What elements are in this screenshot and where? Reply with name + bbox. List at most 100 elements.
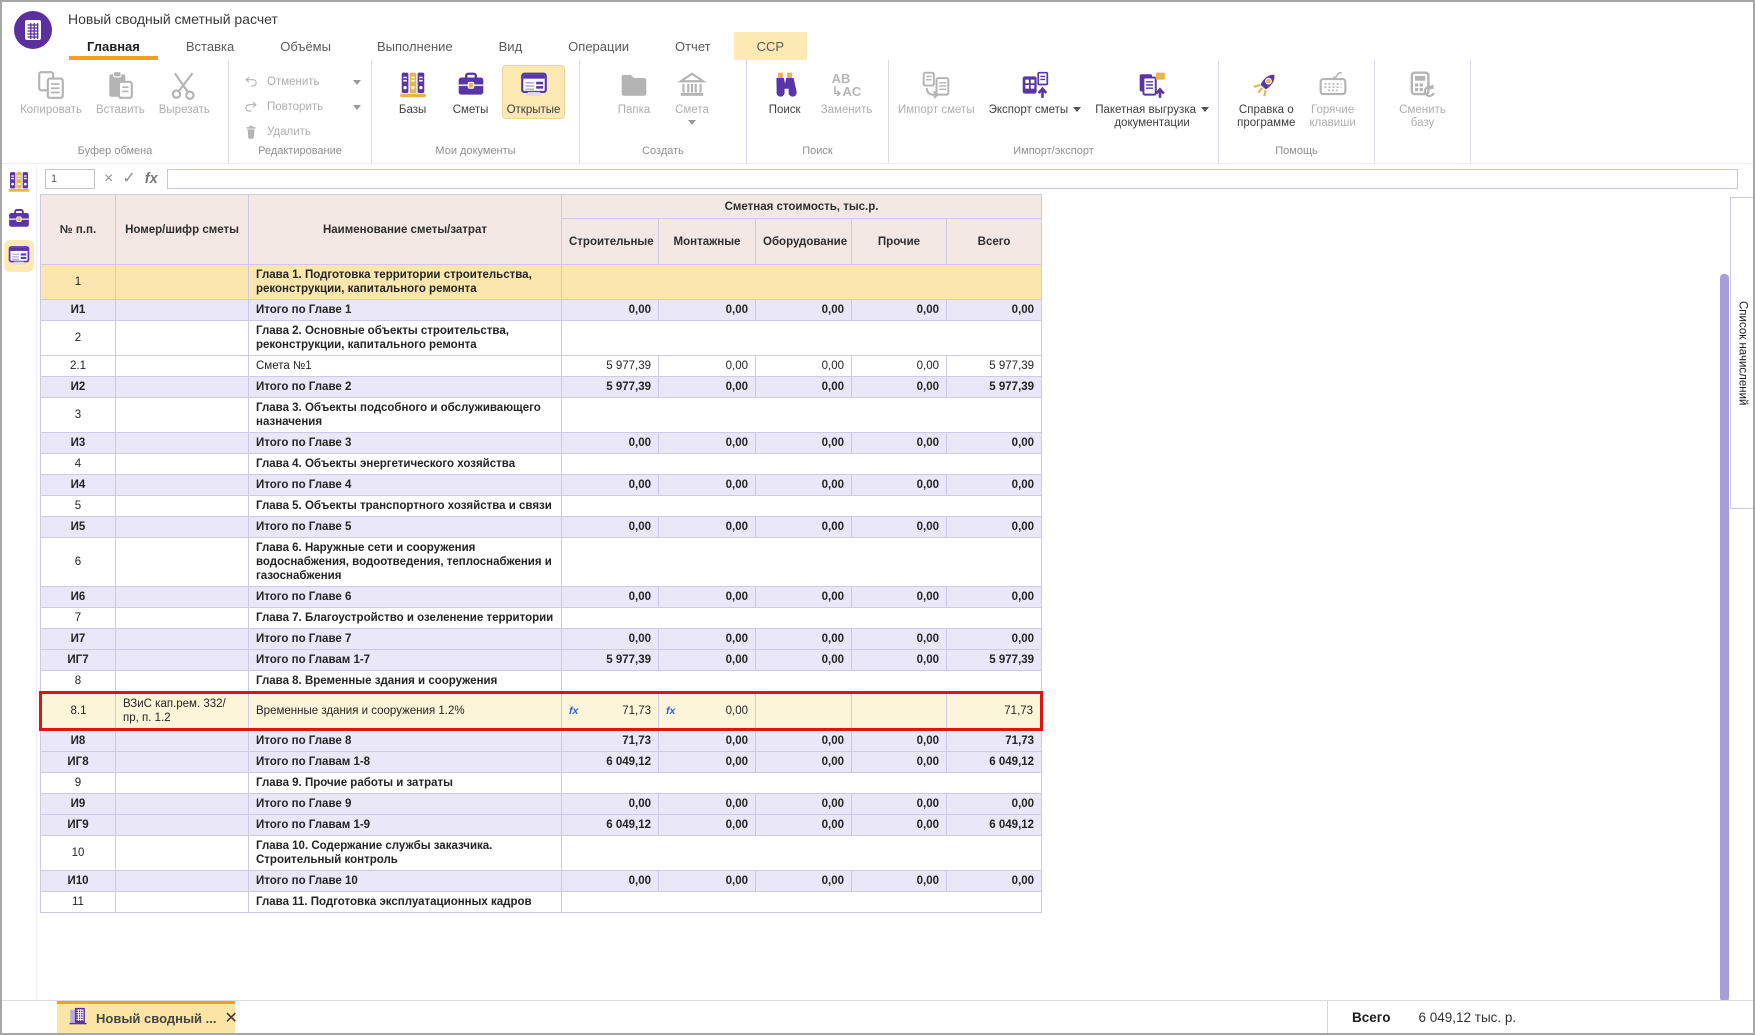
cell-value[interactable]: 0,00 xyxy=(852,794,947,815)
cell-value[interactable]: 5 977,39 xyxy=(947,650,1042,671)
cell-code[interactable] xyxy=(116,671,249,693)
cell-value[interactable]: 0,00 xyxy=(852,475,947,496)
cell-code[interactable]: ВЗиС кап.рем. 332/пр, п. 1.2 xyxy=(116,693,249,730)
cell-value[interactable]: 0,00 xyxy=(659,629,756,650)
cell-values-merged[interactable] xyxy=(562,538,1042,587)
cell-name[interactable]: Глава 11. Подготовка эксплуатационных ка… xyxy=(249,892,562,913)
table-row-И5[interactable]: И5Итого по Главе 50,000,000,000,000,00 xyxy=(41,517,1042,538)
cell-value[interactable]: 0,00 xyxy=(659,650,756,671)
cell-name[interactable]: Итого по Главе 2 xyxy=(249,377,562,398)
button-Заменить[interactable]: AB↳ACЗаменить xyxy=(816,65,878,119)
table-row-2.1[interactable]: 2.1Смета №15 977,390,000,000,005 977,39 xyxy=(41,356,1042,377)
cell-value[interactable]: 0,00 xyxy=(562,300,659,321)
cell-name[interactable]: Итого по Главе 10 xyxy=(249,871,562,892)
cell-name[interactable]: Итого по Главам 1-7 xyxy=(249,650,562,671)
table-row-И4[interactable]: И4Итого по Главе 40,000,000,000,000,00 xyxy=(41,475,1042,496)
table-row-И8[interactable]: И8Итого по Главе 871,730,000,000,0071,73 xyxy=(41,730,1042,752)
cell-value[interactable]: 0,00 xyxy=(756,517,852,538)
cell-npp[interactable]: 11 xyxy=(41,892,116,913)
side-opened-icon[interactable] xyxy=(4,240,34,272)
button-Вставить[interactable]: Вставить xyxy=(91,65,150,119)
cell-npp[interactable]: 2 xyxy=(41,321,116,356)
cell-code[interactable] xyxy=(116,730,249,752)
cell-code[interactable] xyxy=(116,752,249,773)
tab-Отчет[interactable]: Отчет xyxy=(652,32,734,60)
button-Вырезать[interactable]: Вырезать xyxy=(154,65,215,119)
cell-name[interactable]: Итого по Главе 9 xyxy=(249,794,562,815)
cell-value[interactable]: 0,00 xyxy=(947,871,1042,892)
col-header-Всего[interactable]: Всего xyxy=(947,219,1042,265)
cell-name[interactable]: Итого по Главам 1-9 xyxy=(249,815,562,836)
cell-value[interactable]: 0,00 xyxy=(659,377,756,398)
cell-code[interactable] xyxy=(116,538,249,587)
table-row-9[interactable]: 9Глава 9. Прочие работы и затраты xyxy=(41,773,1042,794)
cell-value[interactable]: 5 977,39 xyxy=(562,377,659,398)
cell-value[interactable]: 0,00 xyxy=(756,794,852,815)
cell-npp[interactable]: И5 xyxy=(41,517,116,538)
cell-name[interactable]: Глава 10. Содержание службы заказчика. С… xyxy=(249,836,562,871)
cell-value[interactable]: 0,00 xyxy=(659,587,756,608)
cell-code[interactable] xyxy=(116,892,249,913)
vertical-scrollbar-thumb[interactable] xyxy=(1720,274,1729,1002)
cell-value[interactable]: 0,00 xyxy=(659,730,756,752)
cell-value[interactable]: 5 977,39 xyxy=(562,356,659,377)
cell-values-merged[interactable] xyxy=(562,608,1042,629)
cell-value[interactable]: 0,00 xyxy=(947,629,1042,650)
button-Справка о программе[interactable]: Справка опрограмме xyxy=(1232,65,1300,132)
cell-value[interactable]: 0,00 xyxy=(659,871,756,892)
cell-value[interactable]: 0,00 xyxy=(852,433,947,454)
chevron-down-icon[interactable] xyxy=(1073,107,1081,116)
cell-name[interactable]: Глава 4. Объекты энергетического хозяйст… xyxy=(249,454,562,475)
cell-code[interactable] xyxy=(116,629,249,650)
cell-value[interactable]: 0,00 xyxy=(659,517,756,538)
cell-value[interactable]: 0,00 xyxy=(852,815,947,836)
cell-name[interactable]: Глава 9. Прочие работы и затраты xyxy=(249,773,562,794)
table-row-8[interactable]: 8Глава 8. Временные здания и сооружения xyxy=(41,671,1042,693)
table-row-И1[interactable]: И1Итого по Главе 10,000,000,000,000,00 xyxy=(41,300,1042,321)
cell-value[interactable]: 0,00 xyxy=(659,794,756,815)
cell-code[interactable] xyxy=(116,454,249,475)
table-row-1[interactable]: 1Глава 1. Подготовка территории строител… xyxy=(41,265,1042,300)
cell-code[interactable] xyxy=(116,815,249,836)
cell-value[interactable]: 0,00 xyxy=(756,475,852,496)
accruals-list-side-tab[interactable]: Список начислений xyxy=(1730,197,1755,509)
cell-name[interactable]: Глава 7. Благоустройство и озеленение те… xyxy=(249,608,562,629)
button-Открытые[interactable]: Открытые xyxy=(502,65,566,119)
cell-value[interactable]: 0,00 xyxy=(562,871,659,892)
cell-value[interactable]: 0,00 xyxy=(756,587,852,608)
cell-values-merged[interactable] xyxy=(562,892,1042,913)
formula-input[interactable] xyxy=(167,169,1738,189)
chevron-down-icon[interactable] xyxy=(688,120,696,129)
table-row-4[interactable]: 4Глава 4. Объекты энергетического хозяйс… xyxy=(41,454,1042,475)
cell-value[interactable]: 5 977,39 xyxy=(562,650,659,671)
cell-value[interactable]: fx0,00 xyxy=(659,693,756,730)
button-Сметы[interactable]: Сметы xyxy=(444,65,498,119)
table-row-ИГ9[interactable]: ИГ9Итого по Главам 1-96 049,120,000,000,… xyxy=(41,815,1042,836)
cell-value[interactable]: 0,00 xyxy=(659,815,756,836)
cell-npp[interactable]: И3 xyxy=(41,433,116,454)
button-Пакетная выгрузка документации[interactable]: Пакетная выгрузкадокументации xyxy=(1090,65,1214,132)
cell-value[interactable]: 0,00 xyxy=(756,730,852,752)
cell-code[interactable] xyxy=(116,433,249,454)
cell-npp[interactable]: 6 xyxy=(41,538,116,587)
cell-code[interactable] xyxy=(116,398,249,433)
cell-name[interactable]: Глава 8. Временные здания и сооружения xyxy=(249,671,562,693)
button-Смета[interactable]: Смета xyxy=(665,65,719,132)
cell-value[interactable]: 0,00 xyxy=(947,433,1042,454)
cell-npp[interactable]: ИГ9 xyxy=(41,815,116,836)
cell-value[interactable]: 6 049,12 xyxy=(562,752,659,773)
button-Сменить базу[interactable]: Сменитьбазу xyxy=(1394,65,1451,132)
tab-Главная[interactable]: Главная xyxy=(64,32,163,60)
cell-npp[interactable]: И4 xyxy=(41,475,116,496)
fx-function-icon[interactable]: fx xyxy=(145,171,158,187)
cell-values-merged[interactable] xyxy=(562,265,1042,300)
cell-value[interactable]: 0,00 xyxy=(659,300,756,321)
cell-name[interactable]: Итого по Главе 1 xyxy=(249,300,562,321)
cell-npp[interactable]: 7 xyxy=(41,608,116,629)
button-Горячие клавиши[interactable]: Горячиеклавиши xyxy=(1304,65,1360,132)
cell-code[interactable] xyxy=(116,496,249,517)
cell-npp[interactable]: И8 xyxy=(41,730,116,752)
cell-values-merged[interactable] xyxy=(562,321,1042,356)
col-header-name[interactable]: Наименование сметы/затрат xyxy=(249,195,562,265)
table-row-И2[interactable]: И2Итого по Главе 25 977,390,000,000,005 … xyxy=(41,377,1042,398)
